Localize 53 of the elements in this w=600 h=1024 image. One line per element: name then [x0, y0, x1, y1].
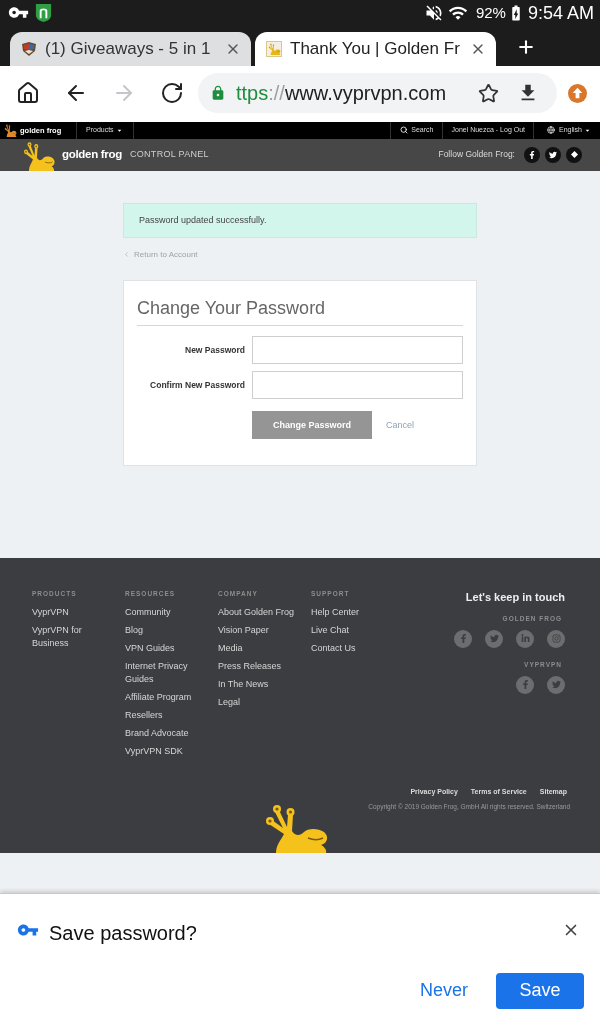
footer-link[interactable]: VyprVPN for Business [32, 624, 110, 651]
footer-link[interactable]: VyprVPN SDK [125, 745, 183, 759]
crest-icon [21, 40, 37, 57]
battery-percent: 92% [475, 5, 506, 21]
footer-link[interactable]: Blog [125, 624, 143, 638]
url-text: ttps://www.vyprvpn.com [236, 83, 447, 104]
section-title: CONTROL PANEL [129, 148, 209, 162]
shield-icon [34, 2, 53, 24]
save-button[interactable]: Save [496, 973, 584, 1009]
success-alert: Password updated successfully. [123, 202, 477, 238]
form-title: Change Your Password [137, 297, 327, 320]
footer-link[interactable]: Contact Us [311, 642, 356, 656]
frog-logo[interactable] [4, 123, 17, 137]
footer-link[interactable]: Affiliate Program [125, 691, 192, 705]
search-icon [400, 126, 409, 135]
brand-name[interactable]: golden frog [62, 146, 122, 164]
frog-icon [266, 40, 282, 57]
frog-logo[interactable] [22, 140, 56, 171]
footer-link[interactable]: Live Chat [311, 624, 350, 638]
field-label: New Password [184, 343, 245, 357]
footer-link[interactable]: Press Releases [218, 660, 282, 674]
chevron-left-icon [123, 251, 130, 259]
footer-link[interactable]: Resellers [125, 709, 163, 723]
never-button[interactable]: Never [416, 977, 472, 1005]
lock-icon [210, 85, 226, 102]
star-icon[interactable] [478, 82, 499, 104]
field-label: Confirm New Password [149, 378, 245, 392]
social-title: Let's keep in touch [465, 590, 565, 606]
clock-time: 9:54 AM [527, 4, 594, 22]
prompt-title: Save password? [49, 921, 197, 947]
footer-link[interactable]: Legal [218, 696, 241, 710]
reload-icon[interactable] [160, 81, 184, 106]
globe-icon [547, 126, 556, 135]
password-field[interactable] [252, 336, 463, 365]
follow-label: Follow Golden Frog: [438, 148, 515, 162]
footer-link[interactable]: Internet Privacy Guides [125, 660, 203, 687]
footer-link[interactable]: About Golden Frog [218, 606, 295, 620]
twitter-icon[interactable] [545, 146, 561, 163]
browser-tab[interactable]: (1) Giveaways - 5 in 1 [10, 31, 251, 66]
home-icon[interactable] [16, 81, 40, 106]
browser-tab[interactable]: Thank You | Golden Fr [255, 31, 496, 66]
footer-link[interactable]: VyprVPN [32, 606, 69, 620]
footer-link[interactable]: Media [218, 642, 243, 656]
footer-link[interactable]: Help Center [311, 606, 360, 620]
footer-link[interactable]: Brand Advocate [125, 727, 189, 741]
footer-link[interactable]: Vision Paper [218, 624, 269, 638]
up-arrow-circle-icon[interactable] [568, 83, 587, 103]
address-bar[interactable]: ttps://www.vyprvpn.com [198, 73, 557, 114]
facebook-icon[interactable] [524, 146, 540, 163]
footer-link[interactable]: VPN Guides [125, 642, 175, 656]
footer-link[interactable]: In The News [218, 678, 269, 692]
footer-link[interactable]: Community [125, 606, 171, 620]
password-field[interactable] [252, 371, 463, 400]
